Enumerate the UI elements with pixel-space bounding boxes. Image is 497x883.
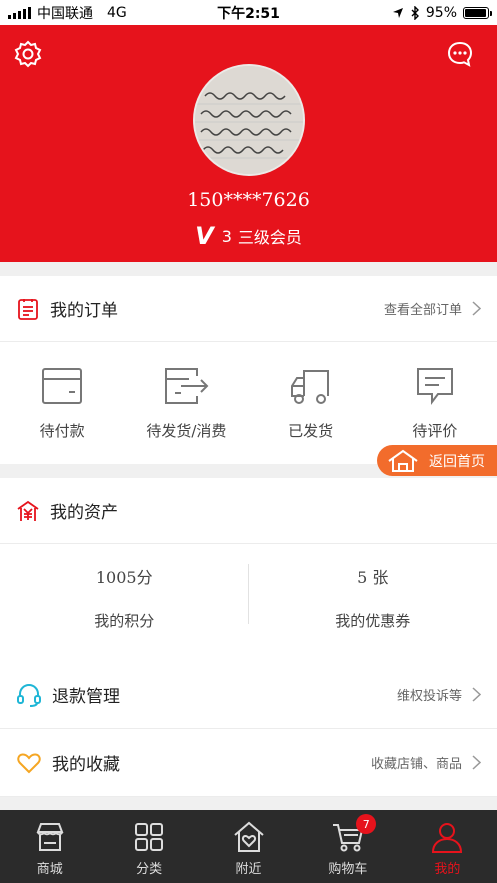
carrier-label: 中国联通 xyxy=(37,5,93,22)
truck-icon xyxy=(290,370,329,404)
coupons-block[interactable]: 5 张 我的优惠券 xyxy=(249,544,497,662)
status-bar: 中国联通 4G 下午2:51 95% xyxy=(0,0,497,25)
order-pending-payment[interactable]: 待付款 xyxy=(0,342,124,464)
assets-header: 我的资产 xyxy=(0,478,497,544)
points-block[interactable]: 1005分 我的积分 xyxy=(0,544,249,662)
refund-more: 维权投诉等 xyxy=(397,685,481,704)
favorites-title: 我的收藏 xyxy=(52,755,120,775)
message-bubble-icon[interactable] xyxy=(445,39,475,69)
view-all-orders-label: 查看全部订单 xyxy=(383,303,462,318)
signal-icon xyxy=(8,6,31,19)
orders-header[interactable]: 我的订单 查看全部订单 xyxy=(0,276,497,342)
tab-cart[interactable]: 购物车 7 xyxy=(298,810,397,883)
tab-store[interactable]: 商城 xyxy=(0,810,99,883)
points-label: 我的积分 xyxy=(94,612,155,630)
yuan-house-icon xyxy=(17,500,39,521)
tab-label: 购物车 xyxy=(328,862,368,877)
assets-card: 我的资产 1005分 我的积分 5 张 我的优惠券 xyxy=(0,478,497,662)
return-home-label: 返回首页 xyxy=(429,453,485,470)
coupons-label: 我的优惠券 xyxy=(335,612,411,630)
ship-box-icon xyxy=(165,368,209,404)
refund-subtitle: 维权投诉等 xyxy=(396,689,462,704)
home-icon xyxy=(388,449,418,472)
profile-header: 150****7626 V 3 三级会员 xyxy=(0,25,497,262)
comment-icon xyxy=(416,368,453,405)
coupons-value: 5 张 xyxy=(357,568,389,587)
order-item-label: 待付款 xyxy=(39,422,85,440)
order-pending-shipment[interactable]: 待发货/消费 xyxy=(124,342,248,464)
battery-icon xyxy=(463,6,492,19)
points-value: 1005分 xyxy=(95,568,153,587)
chevron-right-icon xyxy=(472,755,481,770)
member-level-name: 三级会员 xyxy=(237,228,302,247)
tab-category[interactable]: 分类 xyxy=(99,810,198,883)
tab-nearby[interactable]: 附近 xyxy=(199,810,298,883)
member-level-number: 3 xyxy=(221,226,232,246)
clipboard-list-icon xyxy=(18,298,38,320)
service-list: 退款管理 维权投诉等 我的收藏 收藏店铺、商品 xyxy=(0,661,497,797)
settings-gear-icon[interactable] xyxy=(13,39,43,69)
battery-percent: 95% xyxy=(425,4,457,21)
orders-title: 我的订单 xyxy=(50,301,118,321)
chevron-right-icon xyxy=(472,301,481,316)
favorites-more: 收藏店铺、商品 xyxy=(371,753,481,772)
refund-title: 退款管理 xyxy=(52,687,120,707)
tab-label: 我的 xyxy=(434,862,461,877)
order-shipped[interactable]: 已发货 xyxy=(249,342,373,464)
home-heart-icon xyxy=(233,821,264,852)
user-phone: 150****7626 xyxy=(187,189,310,211)
wallet-icon xyxy=(42,368,83,404)
assets-row: 1005分 我的积分 5 张 我的优惠券 xyxy=(0,544,497,662)
heart-icon xyxy=(17,752,41,773)
tab-label: 附近 xyxy=(235,862,262,877)
assets-title: 我的资产 xyxy=(50,503,118,523)
headset-icon xyxy=(17,683,41,707)
tab-label: 商城 xyxy=(36,862,63,877)
location-arrow-icon xyxy=(392,7,403,18)
order-item-label: 待发货/消费 xyxy=(146,422,227,440)
member-level[interactable]: V 3 三级会员 xyxy=(0,222,497,250)
return-home-button[interactable]: 返回首页 xyxy=(377,445,497,476)
store-icon xyxy=(36,823,64,851)
vip-v-icon: V xyxy=(195,222,214,250)
cart-count-badge: 7 xyxy=(356,814,377,834)
favorites-row[interactable]: 我的收藏 收藏店铺、商品 xyxy=(0,729,497,797)
grid-icon xyxy=(135,823,164,851)
chevron-right-icon xyxy=(472,687,481,702)
orders-card: 我的订单 查看全部订单 待付款 待发货/消费 已发货 待评价 xyxy=(0,276,497,464)
order-item-label: 已发货 xyxy=(288,422,334,440)
order-item-label: 待评价 xyxy=(412,422,458,440)
bluetooth-icon xyxy=(411,5,419,20)
favorites-subtitle: 收藏店铺、商品 xyxy=(370,757,462,772)
network-label: 4G xyxy=(107,4,127,21)
avatar[interactable] xyxy=(193,64,305,176)
refund-management-row[interactable]: 退款管理 维权投诉等 xyxy=(0,661,497,729)
tab-label: 分类 xyxy=(136,862,163,877)
bottom-tab-bar: 商城 分类 附近 购物车 7 我的 xyxy=(0,810,497,883)
tab-mine[interactable]: 我的 xyxy=(398,810,497,883)
view-all-orders-link[interactable]: 查看全部订单 xyxy=(384,299,481,318)
divider xyxy=(248,564,249,624)
person-icon xyxy=(432,823,463,853)
